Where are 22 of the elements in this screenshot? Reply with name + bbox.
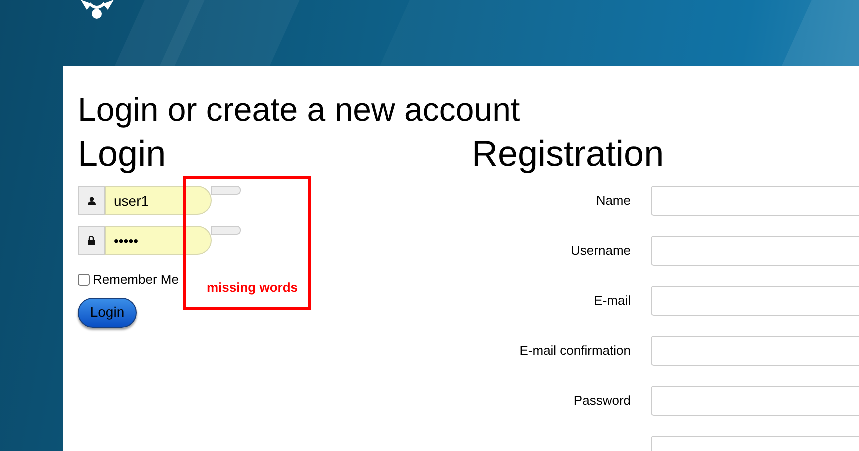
password-field[interactable]: ••••• [105, 226, 212, 255]
field-label: Password [572, 392, 631, 410]
input-field[interactable] [651, 236, 859, 266]
field-label: E-mail [593, 292, 631, 310]
lock-icon [88, 236, 95, 245]
field-label: E-mail confirmation [518, 342, 631, 360]
login-button[interactable]: Login [78, 298, 137, 328]
username-field[interactable]: user1 [105, 186, 212, 215]
registration-heading: Registration [472, 134, 666, 174]
input-field[interactable] [651, 286, 859, 316]
input-field[interactable] [651, 186, 859, 216]
annotation-text: missing words [207, 279, 298, 297]
remember-label: Remember Me [93, 271, 179, 289]
field-label: Username [570, 242, 631, 260]
logo-icon [80, 0, 115, 20]
input-field[interactable] [651, 336, 859, 366]
user-icon [88, 196, 96, 204]
field-label: Name [595, 192, 631, 210]
remember-checkbox[interactable] [78, 274, 90, 286]
input-field[interactable] [651, 386, 859, 416]
login-heading: Login [78, 134, 168, 174]
page-title: Login or create a new account [78, 92, 522, 128]
